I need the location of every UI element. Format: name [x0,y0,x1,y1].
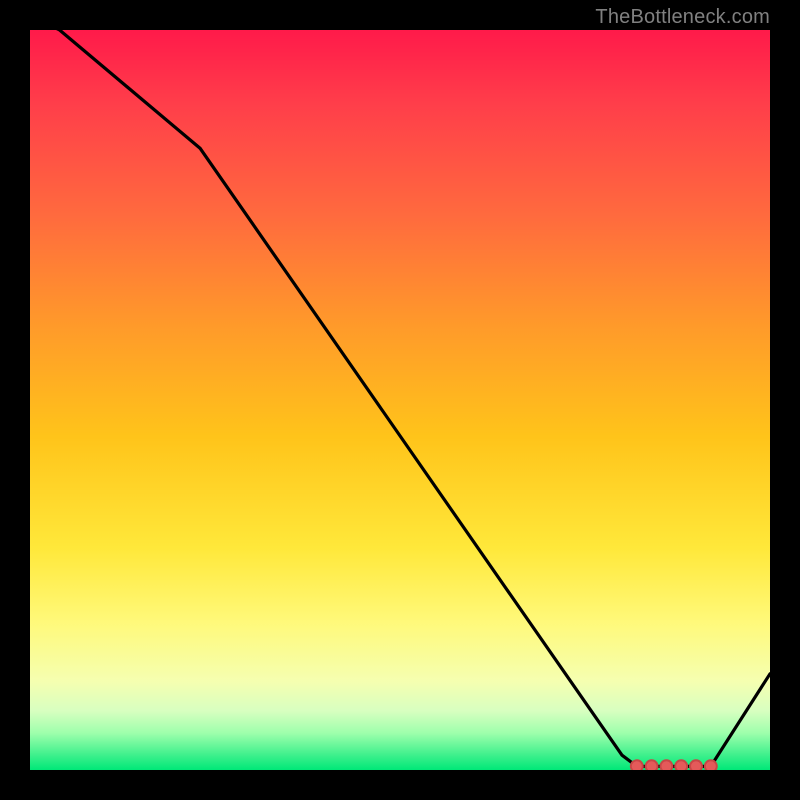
line-chart-svg [30,30,770,770]
chart-container: TheBottleneck.com [0,0,800,800]
curve-marker [704,759,718,770]
marker-group [630,759,718,770]
markers-svg [30,30,770,770]
curve-marker [645,759,659,770]
curve-marker-inner [647,761,657,770]
curve-marker-inner [691,761,701,770]
curve-marker [659,759,673,770]
curve-marker [630,759,644,770]
curve-marker-inner [632,761,642,770]
curve-marker-inner [661,761,671,770]
plot-area [30,30,770,770]
attribution-text: TheBottleneck.com [595,6,770,29]
curve-marker [689,759,703,770]
curve-marker-inner [676,761,686,770]
curve-marker-inner [706,761,716,770]
curve-marker [674,759,688,770]
bottleneck-curve [30,30,770,766]
